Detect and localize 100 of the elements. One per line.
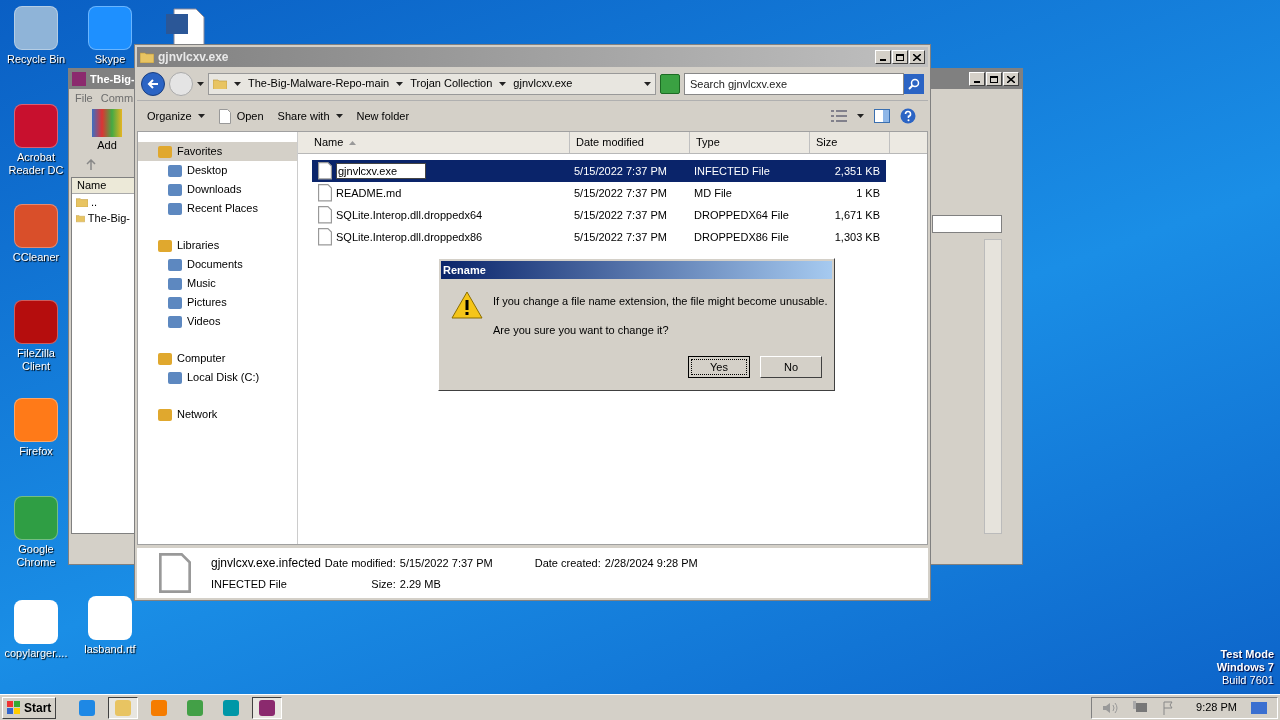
nav-item[interactable]: Computer — [138, 349, 297, 368]
address-bar[interactable]: The-Big-Malware-Repo-main Trojan Collection gjnvlcxv.exe — [208, 72, 656, 95]
menu-item[interactable]: Comm — [100, 89, 134, 107]
icon-label[interactable]: lasband.rtf — [84, 643, 136, 656]
field-value: 5/15/2022 7:37 PM — [399, 555, 493, 571]
taskbar-app-button[interactable] — [252, 696, 283, 719]
nav-item[interactable]: Recent Places — [138, 199, 297, 218]
rename-field[interactable]: gjnvlcxv.exe — [336, 163, 426, 179]
app-icon[interactable] — [88, 596, 132, 640]
breadcrumb-item[interactable]: Trojan Collection — [410, 75, 493, 92]
date-cell-text: 5/15/2022 7:37 PM — [574, 163, 668, 179]
icon-label[interactable]: Firefox — [19, 445, 53, 458]
refresh-button[interactable] — [660, 73, 680, 94]
nav-item[interactable]: Favorites — [138, 142, 297, 161]
show-desktop-button[interactable] — [1251, 701, 1267, 714]
close-icon — [1007, 75, 1015, 83]
test-mode-text: Test Mode — [1220, 648, 1274, 661]
toolbar-button[interactable]: Organize — [143, 105, 209, 127]
file-name: SQLite.Interop.dll.droppedx64 — [336, 207, 483, 223]
file-row[interactable]: README.md 5/15/2022 7:37 PM MD File 1 KB — [312, 182, 886, 204]
nav-icon — [168, 296, 182, 309]
type-cell-text: MD File — [694, 185, 733, 201]
taskbar-app-button[interactable] — [108, 696, 139, 719]
file-icon — [318, 206, 332, 224]
column-header[interactable]: Type — [690, 132, 810, 153]
dialog-button[interactable]: No — [760, 356, 822, 378]
toolbar-button[interactable]: Open — [214, 105, 268, 127]
file-row[interactable]: SQLite.Interop.dll.droppedx86 5/15/2022 7:37 PM DROPPEDX86 File 1,303 KB — [312, 226, 886, 248]
caret-icon — [644, 81, 651, 86]
nav-item[interactable]: Music — [138, 274, 297, 293]
minimize-button[interactable] — [875, 50, 891, 64]
breadcrumb-item[interactable]: The-Big-Malware-Repo-main — [248, 75, 390, 92]
icon-label[interactable]: Recycle Bin — [6, 53, 66, 66]
network-icon[interactable] — [1132, 700, 1149, 715]
details-file-type: INFECTED File — [211, 576, 288, 592]
maximize-button[interactable] — [986, 72, 1002, 86]
file-row[interactable]: gjnvlcxv.exe 5/15/2022 7:37 PM INFECTED File 2,351 KB — [312, 160, 886, 182]
nav-item[interactable]: Network — [138, 405, 297, 424]
column-header[interactable]: Name — [72, 178, 134, 194]
start-button[interactable]: Start — [2, 696, 57, 719]
archive-icon — [72, 72, 86, 86]
clock[interactable]: 9:28 PM — [1196, 699, 1237, 716]
details-file-name: gjnvlcxv.exe.infected — [211, 554, 321, 572]
dropdown-field[interactable] — [932, 215, 1002, 233]
file-row[interactable]: SQLite.Interop.dll.droppedx64 5/15/2022 7:37 PM DROPPEDX64 File 1,671 KB — [312, 204, 886, 226]
icon-label[interactable]: Google Chrome — [3, 543, 69, 569]
breadcrumb-item[interactable]: gjnvlcxv.exe — [513, 75, 573, 92]
up-arrow-icon[interactable] — [85, 159, 97, 171]
app-icon[interactable] — [14, 300, 58, 344]
nav-item[interactable]: Videos — [138, 312, 297, 331]
icon-label[interactable]: FileZilla Client — [3, 347, 69, 373]
app-icon[interactable] — [14, 600, 58, 644]
app-icon[interactable] — [14, 104, 58, 148]
edition-text: Windows 7 — [1216, 661, 1274, 674]
app-icon[interactable] — [14, 496, 58, 540]
minimize-button[interactable] — [969, 72, 985, 86]
view-icon[interactable] — [831, 110, 847, 122]
add-button[interactable]: Add — [85, 109, 129, 154]
field-label: Date modified: — [324, 555, 396, 571]
caret-icon — [857, 114, 864, 118]
list-item[interactable]: The-Big- — [87, 209, 130, 227]
nav-item[interactable]: Documents — [138, 255, 297, 274]
close-button[interactable] — [1003, 72, 1019, 86]
list-item[interactable]: .. — [91, 193, 98, 211]
icon-label[interactable]: copylarger.... — [4, 647, 68, 660]
nav-icon — [168, 258, 182, 271]
dialog-button[interactable]: Yes — [688, 356, 750, 378]
size-cell-text: 1,303 KB — [833, 229, 880, 245]
file-icon — [159, 553, 191, 593]
nav-item[interactable]: Local Disk (C:) — [138, 368, 297, 387]
icon-label[interactable]: Skype — [94, 53, 126, 66]
nav-item[interactable]: Downloads — [138, 180, 297, 199]
field-value: 2.29 MB — [399, 576, 442, 592]
app-icon[interactable] — [14, 398, 58, 442]
back-arrow-icon — [147, 78, 159, 89]
toolbar-button[interactable]: Share with — [273, 105, 347, 127]
preview-pane-icon[interactable] — [874, 109, 890, 123]
nav-item[interactable]: Libraries — [138, 236, 297, 255]
nav-item[interactable]: Pictures — [138, 293, 297, 312]
help-icon[interactable] — [900, 108, 916, 124]
dialog-title: Rename — [443, 262, 486, 278]
caret-icon — [499, 81, 507, 86]
app-icon[interactable] — [14, 204, 58, 248]
speaker-icon[interactable] — [1102, 700, 1119, 715]
column-header[interactable]: Size — [810, 132, 890, 153]
nav-icon — [158, 352, 172, 365]
maximize-button[interactable] — [892, 50, 908, 64]
nav-item[interactable]: Desktop — [138, 161, 297, 180]
toolbar-button[interactable]: New folder — [352, 105, 414, 127]
search-field[interactable]: Search gjnvlcxv.exe — [684, 72, 904, 95]
app-icon[interactable] — [14, 6, 58, 50]
close-button[interactable] — [909, 50, 925, 64]
icon-label[interactable]: CCleaner — [12, 251, 60, 264]
app-icon[interactable] — [88, 6, 132, 50]
icon-label[interactable]: Acrobat Reader DC — [3, 151, 69, 177]
column-header[interactable]: Name — [298, 132, 570, 153]
back-button[interactable] — [141, 71, 165, 96]
search-icon[interactable] — [904, 73, 924, 94]
file-name: README.md — [336, 185, 402, 201]
column-header[interactable]: Date modified — [570, 132, 690, 153]
